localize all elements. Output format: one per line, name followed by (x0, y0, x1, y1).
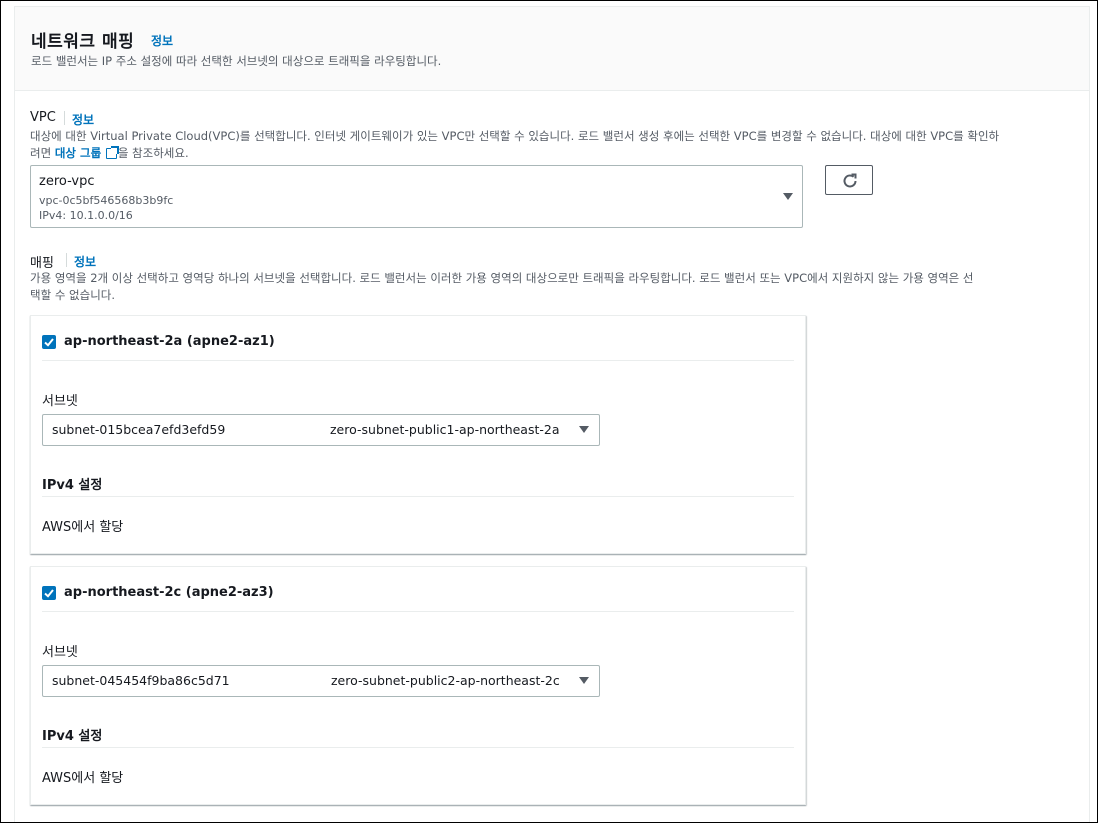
vpc-description-post: 을 참조하세요. (117, 146, 189, 160)
zone-name: ap-northeast-2c (apne2-az3) (64, 585, 274, 600)
window-frame: 네트워크 매핑 정보 로드 밸런서는 IP 주소 설정에 따라 선택한 서브넷의… (0, 0, 1098, 823)
availability-zone-card: ap-northeast-2c (apne2-az3) 서브넷 subnet-0… (30, 566, 806, 805)
vpc-info-link[interactable]: 정보 (72, 111, 94, 128)
subnet-select[interactable]: subnet-015bcea7efd3efd59 zero-subnet-pub… (42, 414, 600, 446)
vpc-description-line2: 려면 대상 그룹 을 참조하세요. (30, 145, 1080, 162)
ipv4-settings-title: IPv4 설정 (42, 729, 103, 744)
mapping-description-line1: 가용 영역을 2개 이상 선택하고 영역당 하나의 서브넷을 선택합니다. 로드… (30, 271, 974, 285)
availability-zone-card: ap-northeast-2a (apne2-az1) 서브넷 subnet-0… (30, 315, 806, 554)
caret-down-icon (783, 193, 793, 200)
zone-checkbox[interactable] (42, 586, 56, 600)
mapping-label-divider (66, 253, 67, 267)
checkmark-icon (44, 338, 54, 347)
caret-down-icon (579, 677, 589, 684)
subnet-id: subnet-015bcea7efd3efd59 (52, 422, 226, 437)
ipv4-settings-value: AWS에서 할당 (42, 771, 124, 786)
section-description: 로드 밸런서는 IP 주소 설정에 따라 선택한 서브넷의 대상으로 트래픽을 … (31, 54, 442, 68)
ipv4-settings-value: AWS에서 할당 (42, 520, 124, 535)
mapping-info-link[interactable]: 정보 (74, 253, 96, 270)
zone-checkbox[interactable] (42, 335, 56, 349)
subnet-label: 서브넷 (42, 394, 78, 409)
mapping-description-line2: 택할 수 없습니다. (30, 288, 116, 302)
vpc-select[interactable]: zero-vpc vpc-0c5bf546568b3b9fc IPv4: 10.… (30, 165, 803, 228)
refresh-icon (843, 173, 857, 188)
divider (42, 611, 794, 612)
subnet-name: zero-subnet-public2-ap-northeast-2c (331, 673, 560, 688)
subnet-name: zero-subnet-public1-ap-northeast-2a (330, 422, 560, 437)
divider (42, 496, 794, 497)
zone-name: ap-northeast-2a (apne2-az1) (64, 334, 275, 349)
divider (42, 747, 794, 748)
target-group-link[interactable]: 대상 그룹 (55, 146, 101, 160)
section-info-link[interactable]: 정보 (151, 32, 173, 49)
checkmark-icon (44, 589, 54, 598)
vpc-description: 대상에 대한 Virtual Private Cloud(VPC)를 선택합니다… (30, 128, 1080, 162)
vpc-label: VPC (30, 110, 56, 125)
external-link-icon (105, 146, 119, 159)
panel-header: 네트워크 매핑 정보 로드 밸런서는 IP 주소 설정에 따라 선택한 서브넷의… (15, 7, 1089, 91)
mapping-label: 매핑 (30, 256, 54, 271)
divider (42, 360, 794, 361)
subnet-label: 서브넷 (42, 645, 78, 660)
mapping-description: 가용 영역을 2개 이상 선택하고 영역당 하나의 서브넷을 선택합니다. 로드… (30, 270, 1080, 304)
ipv4-settings-title: IPv4 설정 (42, 478, 103, 493)
section-title: 네트워크 매핑 (31, 32, 135, 52)
caret-down-icon (579, 426, 589, 433)
vpc-selected-id: vpc-0c5bf546568b3b9fc (39, 194, 174, 207)
vpc-label-divider (64, 111, 65, 125)
vpc-description-line1: 대상에 대한 Virtual Private Cloud(VPC)를 선택합니다… (30, 129, 1000, 143)
subnet-id: subnet-045454f9ba86c5d71 (52, 673, 230, 688)
refresh-button[interactable] (825, 165, 873, 195)
network-mapping-panel: 네트워크 매핑 정보 로드 밸런서는 IP 주소 설정에 따라 선택한 서브넷의… (14, 6, 1090, 822)
vpc-description-pre: 려면 (30, 146, 55, 160)
subnet-select[interactable]: subnet-045454f9ba86c5d71 zero-subnet-pub… (42, 665, 600, 697)
vpc-selected-cidr: IPv4: 10.1.0.0/16 (39, 209, 133, 222)
vpc-selected-name: zero-vpc (39, 174, 95, 189)
